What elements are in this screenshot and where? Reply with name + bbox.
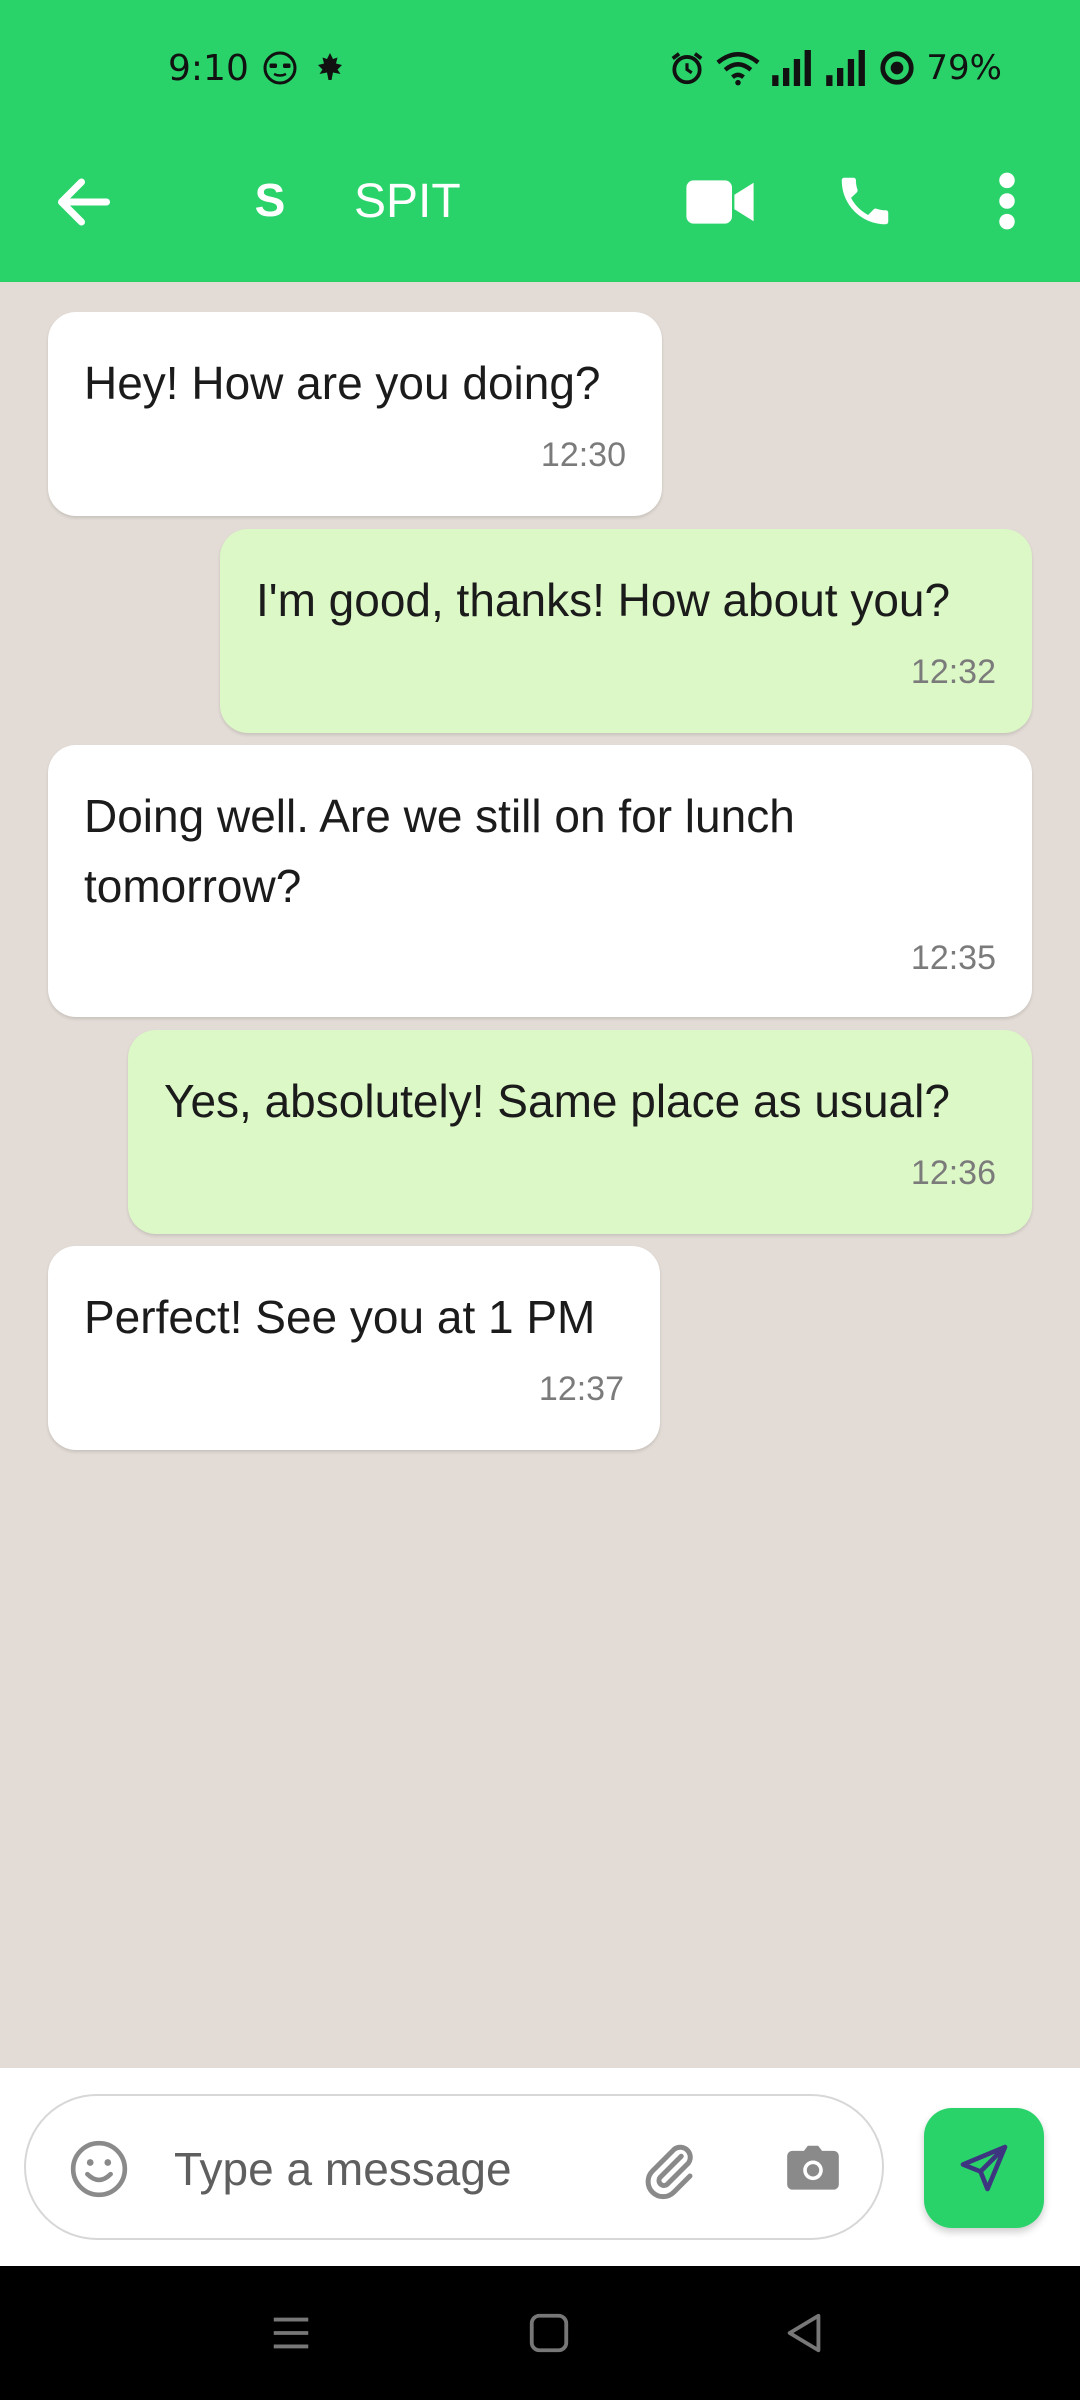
message-text: Doing well. Are we still on for lunch to… [84, 790, 795, 912]
recents-button[interactable] [268, 2310, 314, 2356]
home-button[interactable] [526, 2310, 572, 2356]
message-text: Yes, absolutely! Same place as usual? [164, 1075, 950, 1127]
message-time: 12:35 [910, 939, 996, 977]
message-time: 12:32 [910, 653, 996, 691]
back-nav-button[interactable] [782, 2310, 828, 2356]
message-text: Perfect! See you at 1 PM [84, 1291, 596, 1343]
camera-button[interactable] [782, 2138, 844, 2200]
message-input-container [24, 2094, 884, 2240]
status-system-icons: 79% [668, 48, 1002, 88]
message-bubble[interactable]: Yes, absolutely! Same place as usual? 12… [128, 1030, 1032, 1234]
maple-leaf-icon [318, 53, 342, 80]
send-button[interactable] [924, 2108, 1044, 2228]
back-button[interactable] [54, 172, 114, 232]
phone-icon [841, 177, 889, 225]
voice-call-button[interactable] [834, 170, 896, 232]
message-time: 12:30 [540, 436, 626, 474]
message-time: 12:37 [538, 1370, 624, 1408]
back-arrow-icon [58, 178, 110, 226]
video-call-button[interactable] [684, 172, 756, 232]
menu-lines-icon [273, 2317, 309, 2349]
message-bubble[interactable]: I'm good, thanks! How about you? 12:32 [220, 529, 1032, 733]
message-text: I'm good, thanks! How about you? [256, 574, 951, 626]
home-square-icon [529, 2313, 569, 2353]
send-icon [960, 2144, 1008, 2192]
message-list[interactable]: Hey! How are you doing? 12:30 I'm good, … [0, 282, 1080, 2068]
message-text: Hey! How are you doing? [84, 357, 601, 409]
camera-icon [787, 2145, 839, 2190]
message-bubble[interactable]: Hey! How are you doing? 12:30 [48, 312, 662, 516]
paperclip-icon [645, 2144, 693, 2200]
battery-percent: 79% [926, 48, 1002, 88]
signal-icon [826, 50, 866, 86]
more-vert-icon [999, 172, 1015, 230]
emoji-icon [70, 2140, 128, 2198]
emoji-button[interactable] [68, 2138, 130, 2200]
message-time: 12:36 [910, 1154, 996, 1192]
status-time: 9:10 [168, 48, 249, 89]
chat-title[interactable]: SPIT [354, 172, 461, 232]
status-notification-icons [262, 50, 348, 86]
attach-button[interactable] [640, 2140, 700, 2200]
signal-icon [772, 50, 812, 86]
more-options-button[interactable] [994, 170, 1020, 232]
message-bubble[interactable]: Doing well. Are we still on for lunch to… [48, 745, 1032, 1017]
wifi-icon [716, 52, 760, 86]
battery-ring-icon [880, 51, 915, 85]
chat-header: S SPIT [0, 142, 1080, 282]
back-triangle-icon [787, 2313, 821, 2353]
face-glasses-icon [263, 51, 297, 85]
system-navigation-bar [0, 2266, 1080, 2400]
message-input[interactable] [172, 2130, 596, 2208]
composer-bar [0, 2068, 1080, 2266]
video-camera-icon [686, 180, 754, 224]
alarm-icon [672, 52, 703, 85]
message-bubble[interactable]: Perfect! See you at 1 PM 12:37 [48, 1246, 660, 1450]
status-bar: 9:10 79% [0, 0, 1080, 142]
avatar[interactable]: S [240, 170, 300, 230]
